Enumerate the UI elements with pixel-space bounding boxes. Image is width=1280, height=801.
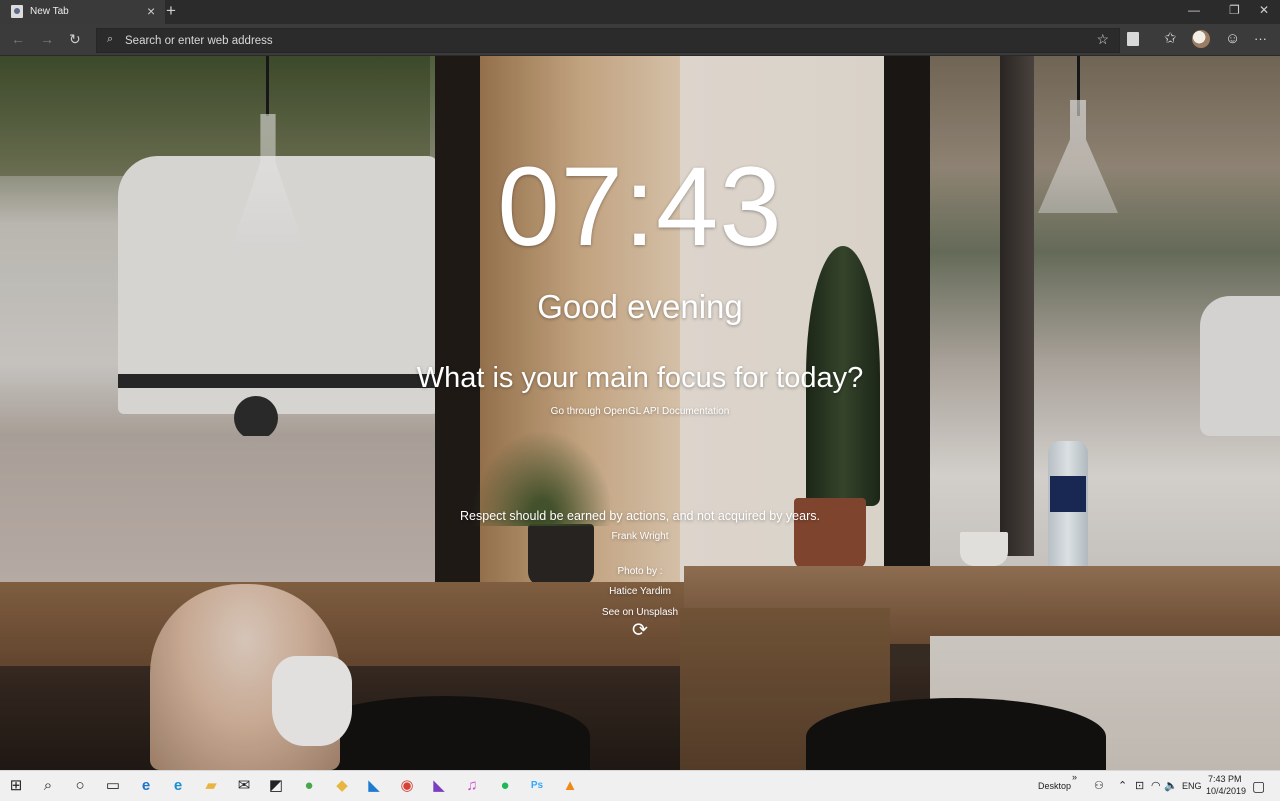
see-on-unsplash-link[interactable]: See on Unsplash (600, 606, 680, 619)
favorite-star-icon[interactable]: ☆ (1096, 31, 1109, 48)
toolbar-chevron-icon[interactable]: » (1072, 772, 1077, 783)
quote-text: Respect should be earned by actions, and… (460, 509, 820, 523)
profile-avatar[interactable] (1192, 30, 1210, 48)
search-icon[interactable]: ⌕ (38, 776, 58, 796)
restore-button[interactable]: ❐ (1229, 1, 1240, 19)
search-icon: ⌕ (107, 33, 114, 45)
wifi-icon[interactable]: ◠ (1151, 779, 1161, 793)
more-menu-icon[interactable]: ··· (1254, 29, 1267, 49)
visual-studio-icon[interactable]: ◣ (429, 776, 449, 796)
taskbar-date[interactable]: 10/4/2019 (1206, 786, 1246, 797)
internet-explorer-icon[interactable]: e (168, 776, 188, 796)
tab-strip: New Tab × + — ❐ ✕ (0, 0, 1280, 24)
minimize-button[interactable]: — (1188, 1, 1200, 19)
refresh-background-icon[interactable]: ⟳ (629, 620, 651, 642)
volume-icon[interactable]: 🔈 (1164, 779, 1178, 793)
taskbar-time[interactable]: 7:43 PM (1208, 774, 1242, 785)
show-hidden-icons-icon[interactable]: ⌃ (1118, 779, 1127, 793)
tab-title: New Tab (30, 6, 69, 17)
tab-new-tab[interactable]: New Tab × (0, 0, 165, 24)
notifications-icon[interactable]: ▢ (1252, 779, 1265, 793)
network-icon[interactable]: ⊡ (1135, 779, 1144, 793)
close-window-button[interactable]: ✕ (1259, 1, 1269, 19)
edge-icon[interactable]: e (136, 776, 156, 796)
spotify-icon[interactable]: ● (495, 776, 515, 796)
back-button[interactable]: ← (11, 30, 25, 48)
chrome-icon[interactable]: ◉ (397, 776, 417, 796)
language-indicator[interactable]: ENG (1182, 781, 1202, 792)
quote-author: Frank Wright (611, 531, 669, 542)
forward-button[interactable]: → (40, 30, 54, 48)
windows-taskbar: ⊞ ⌕ ○ ▭ e e ▰ ✉ ◩ ● ◆ ◣ ◉ ◣ ♫ ● Ps ▲ Des… (0, 770, 1280, 801)
dashboard-overlay: 07:43 Good evening What is your main foc… (0, 56, 1280, 770)
photo-credit-label: Photo by : (617, 566, 663, 577)
sticky-notes-icon[interactable]: ◩ (266, 776, 286, 796)
favorites-hub-icon[interactable]: ✩ (1164, 29, 1177, 49)
address-bar[interactable]: ⌕ ☆ (96, 28, 1120, 53)
greeting: Good evening (537, 288, 743, 325)
desktop-toolbar-label[interactable]: Desktop (1038, 781, 1071, 792)
start-button[interactable]: ⊞ (6, 776, 26, 796)
address-input[interactable] (125, 33, 1025, 48)
cortana-icon[interactable]: ○ (70, 776, 90, 796)
new-tab-button[interactable]: + (166, 1, 176, 21)
itunes-icon[interactable]: ♫ (462, 776, 482, 796)
focus-task[interactable]: Go through OpenGL API Documentation (0, 405, 1280, 418)
vscode-icon[interactable]: ◣ (364, 776, 384, 796)
file-explorer-icon[interactable]: ▰ (201, 776, 221, 796)
mail-icon[interactable]: ✉ (234, 776, 254, 796)
page-icon (11, 5, 23, 18)
photographer-name[interactable]: Hatice Yardim (0, 585, 1280, 598)
green-app-icon[interactable]: ● (299, 776, 319, 796)
photoshop-icon[interactable]: Ps (527, 776, 547, 796)
vlc-icon[interactable]: ▲ (560, 776, 580, 796)
close-tab-icon[interactable]: × (147, 3, 155, 19)
drive-app-icon[interactable]: ◆ (332, 776, 352, 796)
reading-view-icon[interactable] (1127, 32, 1139, 46)
people-icon[interactable]: ⚇ (1094, 779, 1104, 793)
clock: 07:43 (497, 144, 783, 269)
navigation-bar: ← → ↻ ⌕ ☆ ✩ ☺ ··· (0, 24, 1280, 56)
feedback-smiley-icon[interactable]: ☺ (1225, 29, 1240, 49)
task-view-icon[interactable]: ▭ (103, 776, 123, 796)
focus-question: What is your main focus for today? (416, 362, 864, 394)
refresh-button[interactable]: ↻ (69, 30, 81, 48)
